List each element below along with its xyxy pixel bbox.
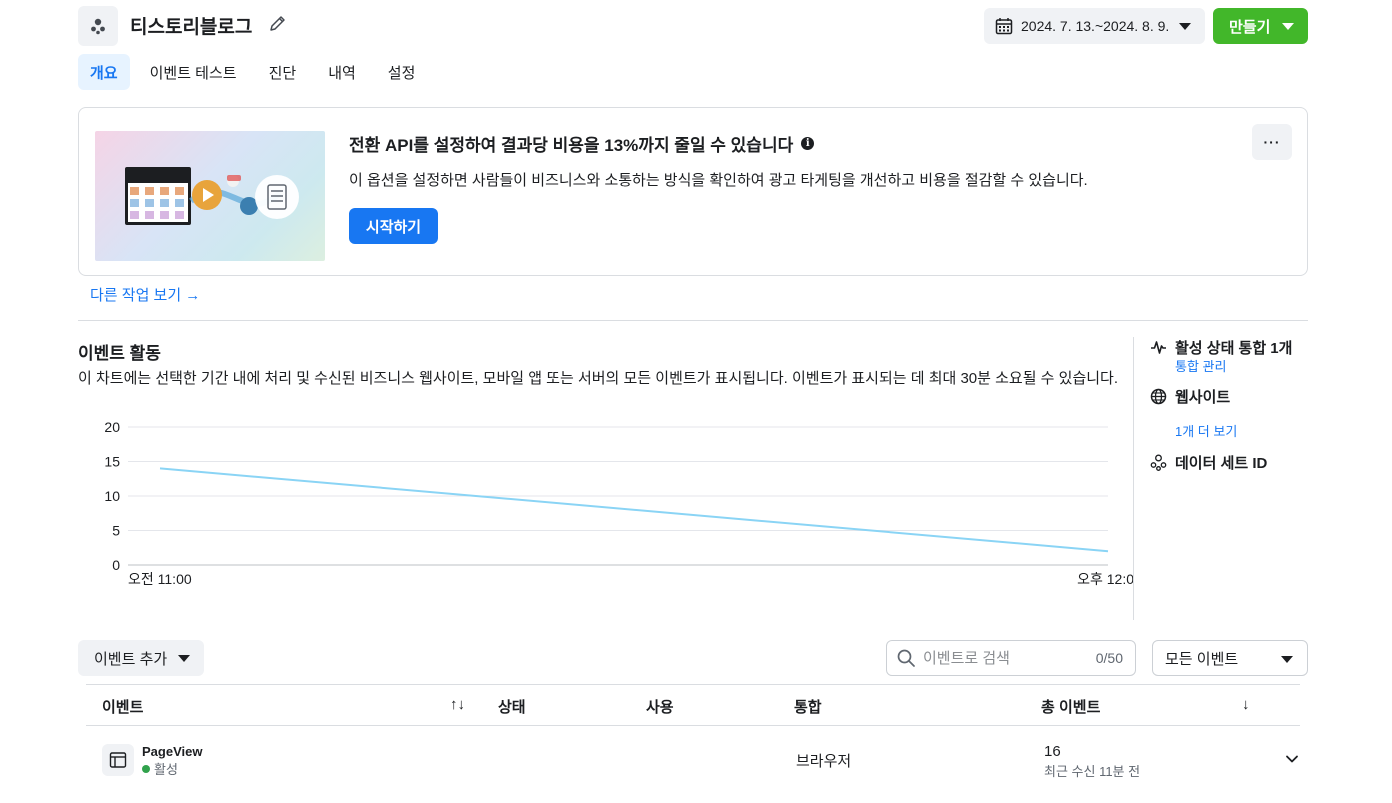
- page-title: 티스토리블로그: [130, 17, 253, 38]
- create-button[interactable]: 만들기: [1213, 8, 1308, 44]
- dataset-icon: [1150, 454, 1167, 471]
- y-tick-label: 5: [112, 523, 120, 539]
- get-started-button[interactable]: 시작하기: [349, 208, 438, 244]
- event-activity-description: 이 차트에는 선택한 기간 내에 처리 및 수신된 비즈니스 웹사이트, 모바일…: [78, 370, 1119, 387]
- caret-down-icon: [178, 655, 190, 662]
- tab-diagnostics[interactable]: 진단: [257, 54, 309, 90]
- event-filter-select[interactable]: 모든 이벤트: [1152, 640, 1308, 676]
- website-label: 웹사이트: [1175, 389, 1231, 406]
- column-header-status[interactable]: 상태: [498, 696, 526, 717]
- active-integration-label: 활성 상태 통합 1개: [1175, 340, 1293, 357]
- y-tick-label: 10: [104, 488, 120, 504]
- expand-row-button[interactable]: [1284, 751, 1300, 772]
- event-search: 0/50: [886, 640, 1136, 676]
- event-activity-title: 이벤트 활동: [78, 344, 161, 363]
- calendar-icon: [995, 18, 1013, 35]
- event-name: PageView: [142, 744, 203, 759]
- dataset-id-row: 데이터 세트 ID: [1150, 452, 1267, 473]
- event-status-label: 활성: [154, 762, 178, 777]
- dataset-icon: [78, 6, 118, 46]
- dataset-id-label: 데이터 세트 ID: [1175, 455, 1268, 472]
- x-tick-label: 오전 11:00: [128, 571, 192, 587]
- add-event-label: 이벤트 추가: [94, 650, 168, 668]
- see-more-websites-link[interactable]: 1개 더 보기: [1175, 421, 1237, 440]
- caret-down-icon: [1282, 23, 1294, 30]
- event-last-received: 최근 수신 11분 전: [1044, 764, 1141, 779]
- column-header-event[interactable]: 이벤트: [102, 696, 143, 717]
- edit-name-button[interactable]: [268, 13, 288, 38]
- globe-icon: [1150, 388, 1167, 405]
- search-icon: [897, 649, 915, 667]
- browser-icon: [102, 744, 134, 776]
- chevron-down-icon: [1286, 755, 1298, 763]
- promo-description: 이 옵션을 설정하면 사람들이 비즈니스와 소통하는 방식을 확인하여 광고 타…: [349, 172, 1088, 189]
- tab-overview[interactable]: 개요: [78, 54, 130, 90]
- manage-integrations-link[interactable]: 통합 관리: [1175, 356, 1226, 375]
- add-event-button[interactable]: 이벤트 추가: [78, 640, 204, 676]
- promo-illustration: [95, 131, 325, 261]
- divider: [78, 320, 1308, 321]
- date-range-picker[interactable]: 2024. 7. 13.~2024. 8. 9.: [984, 8, 1205, 44]
- active-integration-row: 활성 상태 통합 1개: [1150, 337, 1292, 358]
- website-row: 웹사이트: [1150, 386, 1230, 407]
- caret-down-icon: [1179, 23, 1191, 30]
- status-dot-icon: [142, 764, 150, 773]
- pencil-icon: [270, 16, 285, 31]
- tab-history[interactable]: 내역: [316, 54, 368, 90]
- event-activity-chart: 0 5 10 15 20 오전 11:00 오후 12:0: [104, 419, 1134, 587]
- column-header-integration[interactable]: 통합: [794, 696, 822, 717]
- y-tick-label: 0: [112, 557, 120, 573]
- search-count: 0/50: [1095, 650, 1123, 666]
- column-header-total-events[interactable]: 총 이벤트: [1041, 696, 1100, 717]
- sort-icon[interactable]: ↑↓: [450, 696, 465, 713]
- create-button-label: 만들기: [1229, 18, 1271, 36]
- promo-title: 전환 API를 설정하여 결과당 비용을 13%까지 줄일 수 있습니다 i: [349, 131, 815, 156]
- vertical-divider: [1133, 337, 1134, 620]
- column-header-usage[interactable]: 사용: [646, 696, 674, 717]
- more-options-button[interactable]: ···: [1252, 124, 1292, 160]
- search-input[interactable]: [923, 649, 1083, 667]
- event-integration: 브라우저: [796, 753, 852, 770]
- series-line: [159, 467, 1109, 553]
- y-tick-label: 15: [104, 454, 120, 470]
- info-icon[interactable]: i: [801, 137, 815, 150]
- caret-down-icon: [1281, 656, 1293, 663]
- tab-test-events[interactable]: 이벤트 테스트: [138, 54, 249, 90]
- conversions-api-promo-card: 전환 API를 설정하여 결과당 비용을 13%까지 줄일 수 있습니다 i 이…: [78, 107, 1308, 276]
- event-status: 활성: [142, 759, 178, 778]
- tab-bar: 개요 이벤트 테스트 진단 내역 설정: [78, 54, 435, 90]
- event-total: 16: [1044, 743, 1061, 760]
- tab-settings[interactable]: 설정: [376, 54, 428, 90]
- event-filter-label: 모든 이벤트: [1165, 650, 1239, 668]
- see-other-tasks-link[interactable]: 다른 작업 보기 →: [90, 284, 200, 305]
- date-range-label: 2024. 7. 13.~2024. 8. 9.: [1021, 18, 1170, 34]
- table-header: 이벤트 ↑↓ 상태 사용 통합 총 이벤트 ↓: [86, 684, 1300, 726]
- sort-down-icon[interactable]: ↓: [1242, 696, 1250, 713]
- pulse-icon: [1151, 341, 1166, 354]
- promo-title-text: 전환 API를 설정하여 결과당 비용을 13%까지 줄일 수 있습니다: [349, 136, 794, 155]
- x-tick-label: 오후 12:0: [1077, 571, 1134, 587]
- y-tick-label: 20: [104, 419, 120, 435]
